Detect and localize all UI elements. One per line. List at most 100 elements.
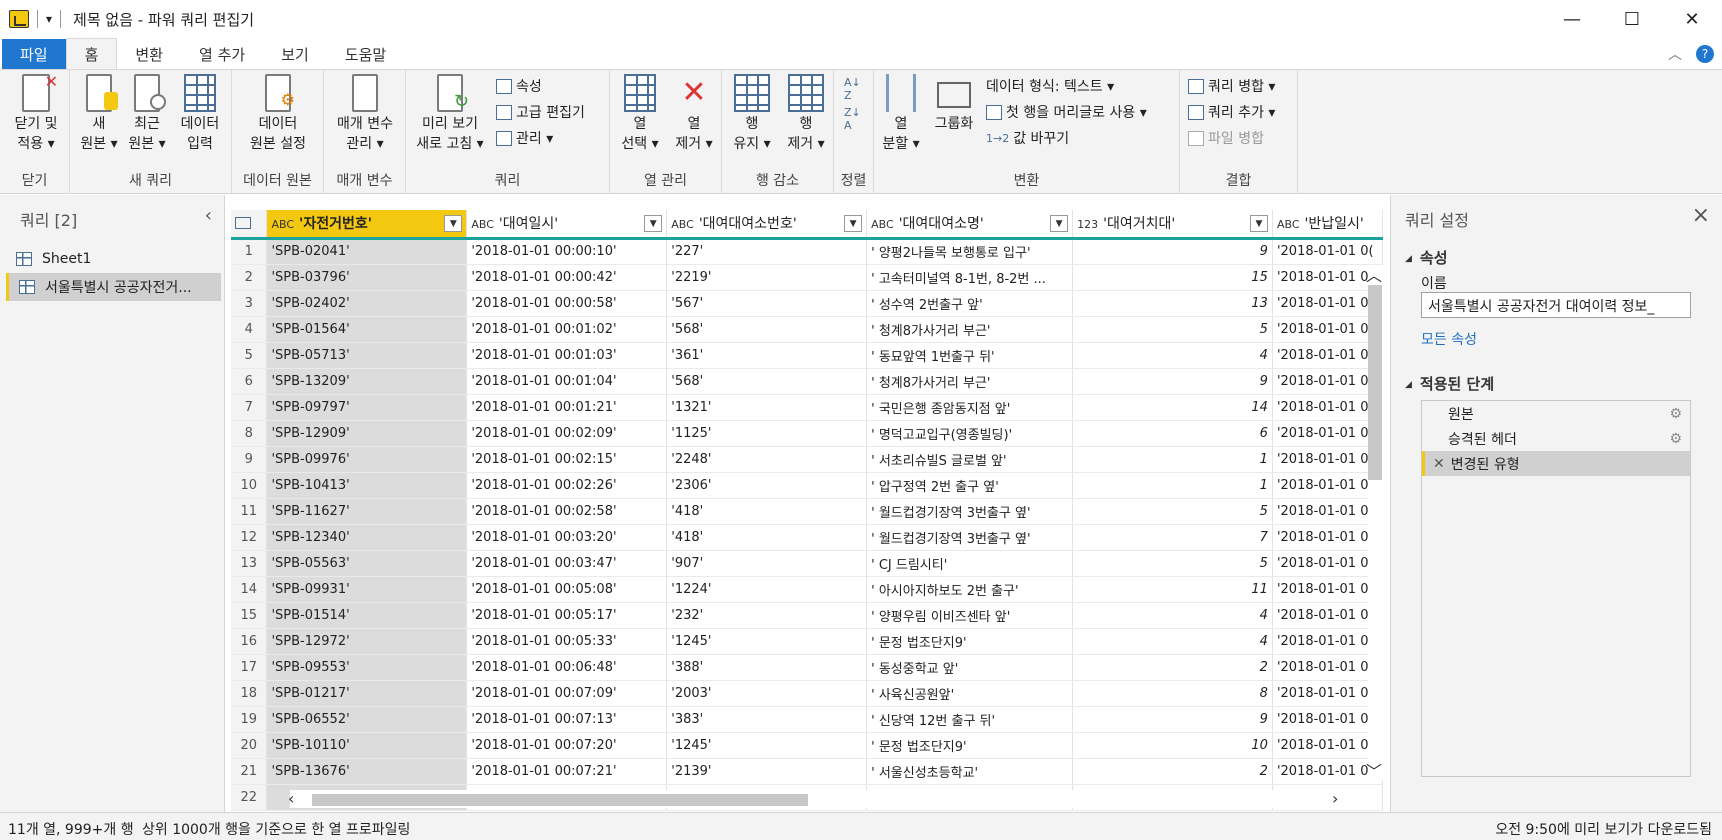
table-cell[interactable]: 15 xyxy=(1072,264,1273,291)
table-cell[interactable]: ' 양평우림 이비즈센타 앞' xyxy=(866,602,1074,629)
table-cell[interactable]: 'SPB-12340' xyxy=(266,524,468,551)
table-cell[interactable]: '2018-01-01 00:07:20' xyxy=(466,732,668,759)
collapse-pane-icon[interactable]: ‹ xyxy=(205,205,212,226)
table-cell[interactable]: '2018-01-01 00:05:17' xyxy=(466,602,668,629)
table-cell[interactable]: '2306' xyxy=(666,472,868,499)
table-cell[interactable]: '568' xyxy=(666,316,868,343)
advanced-editor-button[interactable]: 고급 편집기 xyxy=(496,102,585,122)
table-cell[interactable]: ' 월드컵경기장역 3번출구 옆' xyxy=(866,524,1074,551)
table-cell[interactable]: '2018-01-01 0( xyxy=(1272,602,1383,629)
row-number[interactable]: 8 xyxy=(231,420,268,447)
table-cell[interactable]: '2018-01-01 0( xyxy=(1272,680,1383,707)
table-cell[interactable]: 'SPB-05713' xyxy=(266,342,468,369)
column-filter-dropdown-icon[interactable]: ▼ xyxy=(1050,215,1069,232)
table-cell[interactable]: 8 xyxy=(1072,680,1273,707)
table-cell[interactable]: 2 xyxy=(1072,758,1273,785)
row-number[interactable]: 14 xyxy=(231,576,268,603)
table-cell[interactable]: '2018-01-01 00:02:15' xyxy=(466,446,668,473)
delete-step-icon[interactable]: ✕ xyxy=(1433,456,1445,472)
table-cell[interactable]: 'SPB-13676' xyxy=(266,758,468,785)
profiling-status[interactable]: 상위 1000개 행을 기준으로 한 열 프로파일링 xyxy=(142,819,410,839)
enter-data-button[interactable]: 데이터 입력 xyxy=(174,74,226,154)
column-header[interactable]: ABC '대여대여소명' ▼ xyxy=(866,210,1074,240)
table-cell[interactable]: '1245' xyxy=(666,628,868,655)
tab-view[interactable]: 보기 xyxy=(263,39,327,69)
table-cell[interactable]: '567' xyxy=(666,290,868,317)
table-cell[interactable]: 'SPB-01514' xyxy=(266,602,468,629)
table-cell[interactable]: ' 성수역 2번출구 앞' xyxy=(866,290,1074,317)
table-cell[interactable]: ' 신당역 12번 출구 뒤' xyxy=(866,706,1074,733)
table-cell[interactable]: ' CJ 드림시티' xyxy=(866,550,1074,577)
row-number[interactable]: 1 xyxy=(231,238,268,265)
table-cell[interactable]: 4 xyxy=(1072,602,1273,629)
merge-queries-button[interactable]: 쿼리 병합 ▾ xyxy=(1188,76,1275,96)
keep-rows-button[interactable]: 행 유지 ▾ xyxy=(726,74,778,154)
all-properties-link[interactable]: 모든 속성 xyxy=(1421,329,1477,349)
table-cell[interactable]: ' 명덕고교입구(영종빌딩)' xyxy=(866,420,1074,447)
table-cell[interactable]: '388' xyxy=(666,654,868,681)
table-cell[interactable]: '2018-01-01 00:01:21' xyxy=(466,394,668,421)
table-cell[interactable]: '227' xyxy=(666,238,868,265)
scroll-down-icon[interactable]: ﹀ xyxy=(1366,758,1382,782)
table-cell[interactable]: 'SPB-11627' xyxy=(266,498,468,525)
table-cell[interactable]: '1321' xyxy=(666,394,868,421)
row-number[interactable]: 18 xyxy=(231,680,268,707)
manage-button[interactable]: 관리 ▾ xyxy=(496,128,553,148)
group-by-button[interactable]: 그룹화 xyxy=(928,74,980,134)
table-cell[interactable]: '2018-01-01 00:00:10' xyxy=(466,238,668,265)
row-number[interactable]: 20 xyxy=(231,732,268,759)
table-cell[interactable]: '568' xyxy=(666,368,868,395)
column-filter-dropdown-icon[interactable]: ▼ xyxy=(1249,215,1268,232)
table-cell[interactable]: ' 문정 법조단지9' xyxy=(866,628,1074,655)
query-item-selected[interactable]: 서울특별시 공공자전거... xyxy=(6,273,221,301)
table-cell[interactable]: 9 xyxy=(1072,238,1273,265)
table-cell[interactable]: 1 xyxy=(1072,472,1273,499)
table-cell[interactable]: 13 xyxy=(1072,290,1273,317)
table-cell[interactable]: ' 월드컵경기장역 3번출구 옆' xyxy=(866,498,1074,525)
refresh-preview-button[interactable]: ↻ 미리 보기 새로 고침 ▾ xyxy=(410,74,490,154)
table-cell[interactable]: 1 xyxy=(1072,446,1273,473)
vertical-scroll-thumb[interactable] xyxy=(1368,285,1382,480)
table-cell[interactable]: '2018-01-01 0( xyxy=(1272,342,1383,369)
table-cell[interactable]: '2018-01-01 00:07:21' xyxy=(466,758,668,785)
query-name-input[interactable]: 서울특별시 공공자전거 대여이력 정보_ xyxy=(1421,292,1691,318)
horizontal-scroll-thumb[interactable] xyxy=(312,794,808,806)
table-cell[interactable]: '2018-01-01 0( xyxy=(1272,524,1383,551)
table-cell[interactable]: '907' xyxy=(666,550,868,577)
row-number[interactable]: 10 xyxy=(231,472,268,499)
table-cell[interactable]: 2 xyxy=(1072,654,1273,681)
table-cell[interactable]: '2018-01-01 00:01:04' xyxy=(466,368,668,395)
step-item-selected[interactable]: ✕ 변경된 유형 xyxy=(1422,451,1690,476)
table-cell[interactable]: '2018-01-01 00:06:48' xyxy=(466,654,668,681)
column-type-icon[interactable]: 123 xyxy=(1077,218,1098,231)
table-cell[interactable]: '2018-01-01 0( xyxy=(1272,732,1383,759)
column-type-icon[interactable]: ABC xyxy=(671,218,694,231)
table-cell[interactable]: 'SPB-09553' xyxy=(266,654,468,681)
table-cell[interactable]: '2018-01-01 00:07:09' xyxy=(466,680,668,707)
table-cell[interactable]: 7 xyxy=(1072,524,1273,551)
table-cell[interactable]: '2018-01-01 0( xyxy=(1272,368,1383,395)
sort-ascending-icon[interactable]: A↓ Z xyxy=(844,76,861,102)
table-cell[interactable]: 'SPB-03796' xyxy=(266,264,468,291)
table-cell[interactable]: '2018-01-01 0( xyxy=(1272,628,1383,655)
column-type-icon[interactable]: ABC xyxy=(271,218,294,231)
table-cell[interactable]: '232' xyxy=(666,602,868,629)
tab-transform[interactable]: 변환 xyxy=(117,39,181,69)
table-cell[interactable]: '383' xyxy=(666,706,868,733)
table-cell[interactable]: 9 xyxy=(1072,368,1273,395)
tab-file[interactable]: 파일 xyxy=(2,39,66,69)
column-filter-dropdown-icon[interactable]: ▼ xyxy=(444,215,463,232)
table-cell[interactable]: '2018-01-01 0( xyxy=(1272,472,1383,499)
table-cell[interactable]: 'SPB-09976' xyxy=(266,446,468,473)
split-column-button[interactable]: 열 분할 ▾ xyxy=(878,74,924,154)
row-number[interactable]: 15 xyxy=(231,602,268,629)
new-source-button[interactable]: 새 원본 ▾ xyxy=(76,74,122,154)
table-cell[interactable]: 'SPB-02041' xyxy=(266,238,468,265)
table-cell[interactable]: '2018-01-01 0( xyxy=(1272,498,1383,525)
remove-rows-button[interactable]: 행 제거 ▾ xyxy=(780,74,832,154)
data-source-settings-button[interactable]: ⚙ 데이터 원본 설정 xyxy=(238,74,318,154)
table-cell[interactable]: ' 고속터미널역 8-1번, 8-2번 ... xyxy=(866,264,1074,291)
table-cell[interactable]: ' 압구정역 2번 출구 옆' xyxy=(866,472,1074,499)
row-number[interactable]: 7 xyxy=(231,394,268,421)
column-type-icon[interactable]: ABC xyxy=(1277,218,1300,231)
